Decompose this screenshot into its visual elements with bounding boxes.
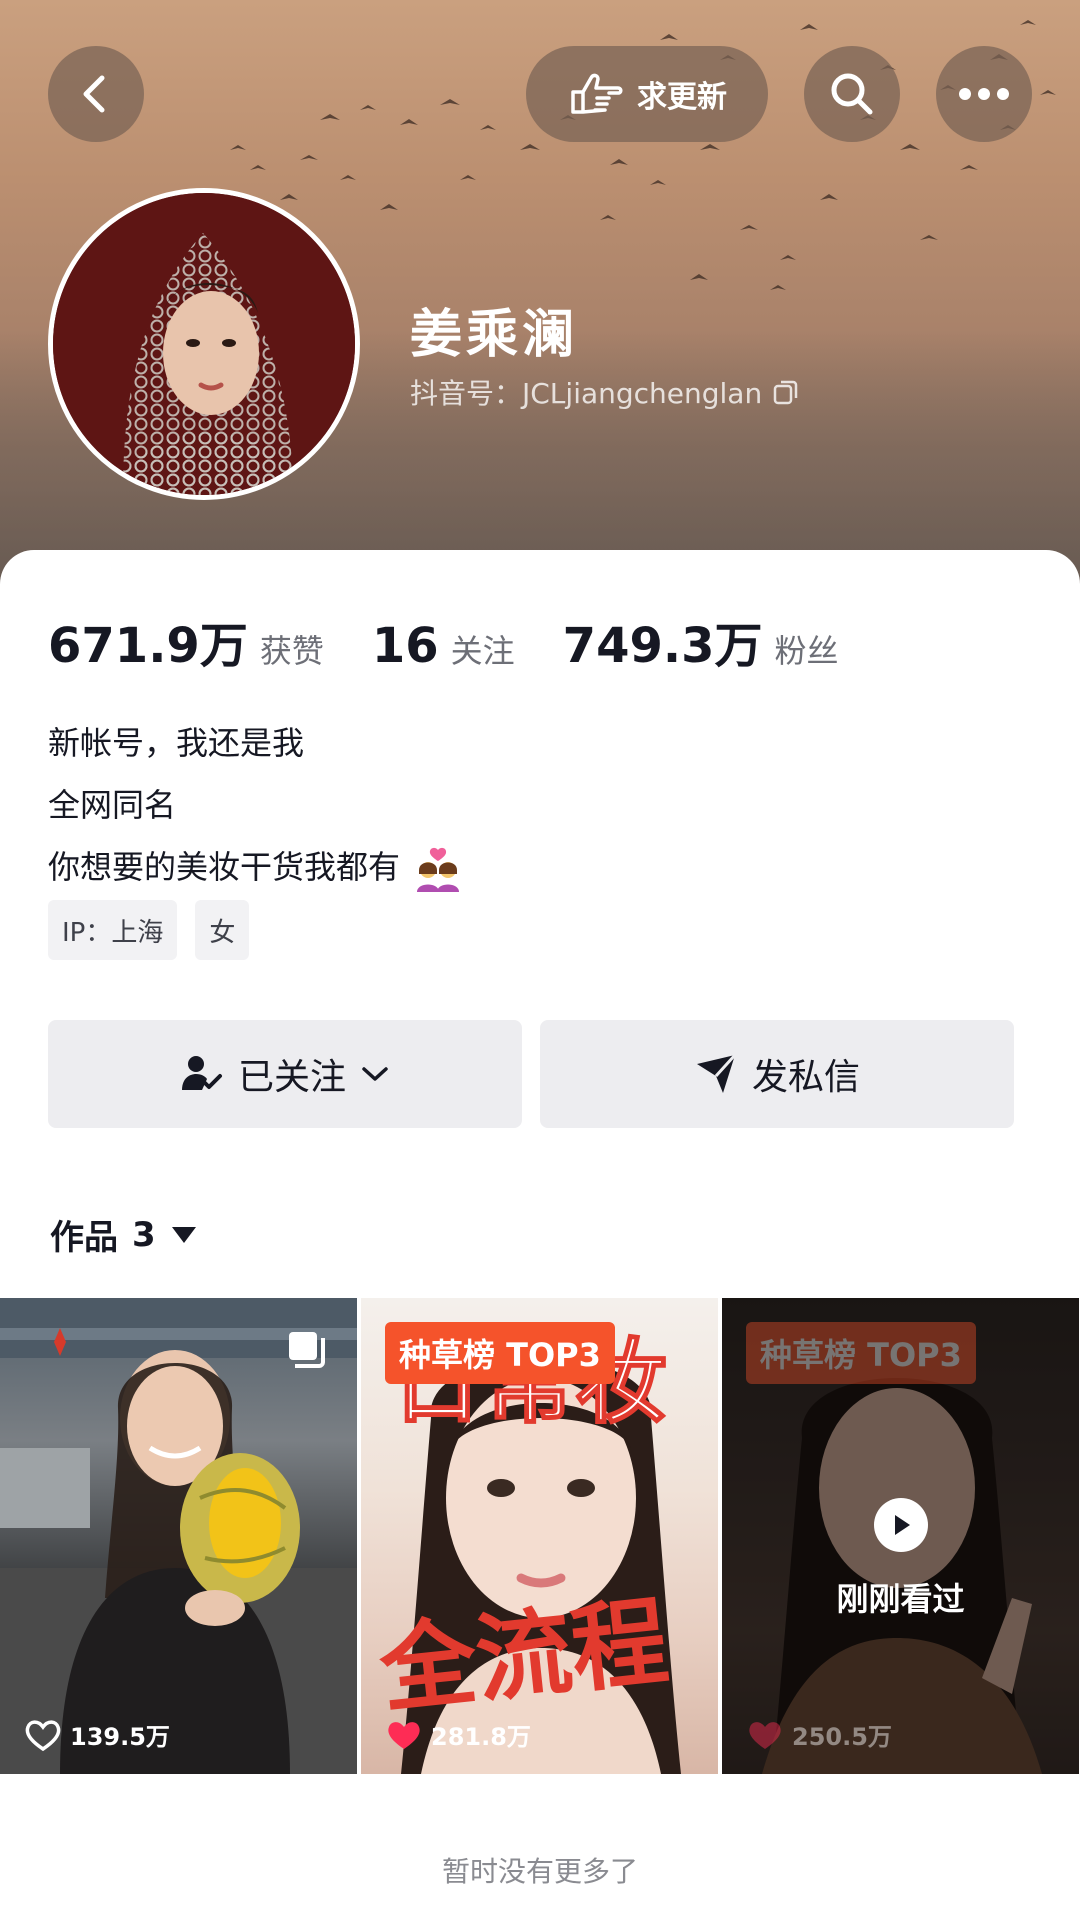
video-grid: 139.5万 日常妆 全流程 种草榜 TOP3 281.8万 bbox=[0, 1298, 1080, 1774]
more-dots-icon bbox=[959, 88, 1009, 100]
request-update-button[interactable]: 求更新 bbox=[526, 46, 768, 142]
profile-tags: IP：上海 女 bbox=[48, 900, 250, 960]
video-3-likes: 250.5万 bbox=[746, 1717, 892, 1752]
search-icon bbox=[831, 73, 873, 115]
video-1-likes-count: 139.5万 bbox=[70, 1723, 170, 1751]
user-check-icon bbox=[181, 1056, 222, 1090]
followed-label: 已关注 bbox=[237, 1057, 346, 1098]
video-2-rank-badge: 种草榜 TOP3 bbox=[385, 1322, 615, 1384]
send-message-button[interactable]: 发私信 bbox=[540, 1020, 1014, 1128]
stat-following[interactable]: 16 关注 bbox=[372, 618, 515, 674]
ip-location-tag: IP：上海 bbox=[48, 900, 178, 960]
followed-button[interactable]: 已关注 bbox=[48, 1020, 522, 1128]
bio-line-3: 你想要的美妆干货我都有 bbox=[48, 836, 462, 898]
pointing-hand-icon bbox=[571, 73, 623, 114]
stat-following-label: 关注 bbox=[450, 632, 515, 670]
douyin-id-row[interactable]: 抖音号：JCLjiangchenglan bbox=[410, 372, 800, 412]
gender-tag: 女 bbox=[195, 900, 250, 960]
bio-line-2: 全网同名 bbox=[48, 786, 177, 824]
recently-watched-label: 刚刚看过 bbox=[836, 1580, 965, 1618]
video-tile-2[interactable]: 日常妆 全流程 种草榜 TOP3 281.8万 bbox=[361, 1298, 718, 1774]
chevron-left-icon bbox=[83, 75, 105, 113]
video-tile-1[interactable]: 139.5万 bbox=[0, 1298, 357, 1774]
play-icon bbox=[873, 1498, 928, 1552]
avatar-portrait bbox=[53, 193, 355, 495]
request-update-label: 求更新 bbox=[637, 80, 727, 115]
video-2-likes: 281.8万 bbox=[385, 1717, 531, 1752]
heart-filled-icon bbox=[388, 1721, 420, 1749]
no-more-content-text: 暂时没有更多了 bbox=[441, 1855, 638, 1888]
video-2-likes-count: 281.8万 bbox=[431, 1723, 531, 1751]
works-tab[interactable]: 作品 3 bbox=[50, 1210, 198, 1259]
more-options-button[interactable] bbox=[936, 46, 1032, 142]
paper-plane-icon bbox=[696, 1053, 737, 1093]
caret-down-icon bbox=[171, 1226, 196, 1243]
douyin-id-text: 抖音号：JCLjiangchenglan bbox=[410, 377, 763, 410]
bio: 新帐号，我还是我 全网同名 你想要的美妆干货我都有 bbox=[48, 712, 462, 898]
back-button[interactable] bbox=[48, 46, 144, 142]
avatar[interactable] bbox=[48, 188, 360, 500]
chevron-down-icon bbox=[362, 1067, 388, 1081]
heart-filled-icon bbox=[749, 1721, 781, 1749]
stat-following-value: 16 bbox=[371, 618, 439, 674]
send-message-label: 发私信 bbox=[751, 1057, 860, 1098]
works-label: 作品 bbox=[50, 1218, 118, 1258]
profile-card: 671.9万 获赞 16 关注 749.3万 粉丝 新帐号，我还是我 全网同名 … bbox=[0, 550, 1080, 1920]
recently-watched-indicator: 刚刚看过 bbox=[722, 1498, 1079, 1620]
bio-line-1: 新帐号，我还是我 bbox=[48, 724, 305, 762]
video-3-likes-count: 250.5万 bbox=[792, 1723, 892, 1751]
stats-row: 671.9万 获赞 16 关注 749.3万 粉丝 bbox=[48, 606, 887, 674]
stat-fans[interactable]: 749.3万 粉丝 bbox=[563, 606, 839, 676]
video-1-likes: 139.5万 bbox=[24, 1717, 170, 1752]
copy-icon[interactable] bbox=[772, 378, 800, 406]
stat-likes-value: 671.9万 bbox=[48, 618, 248, 674]
multi-image-icon bbox=[289, 1332, 325, 1368]
stat-fans-label: 粉丝 bbox=[774, 632, 839, 670]
heart-outline-icon bbox=[25, 1719, 61, 1751]
bio-line-3-text: 你想要的美妆干货我都有 bbox=[48, 848, 401, 886]
works-count: 3 bbox=[132, 1214, 156, 1255]
stat-likes-label: 获赞 bbox=[259, 632, 324, 670]
stat-fans-value: 749.3万 bbox=[562, 618, 763, 674]
couple-with-heart-emoji-icon bbox=[417, 847, 460, 892]
search-button[interactable] bbox=[804, 46, 900, 142]
profile-name: 姜乘澜 bbox=[410, 305, 579, 365]
video-tile-3[interactable]: 种草榜 TOP3 刚刚看过 250.5万 bbox=[722, 1298, 1079, 1774]
video-3-rank-badge: 种草榜 TOP3 bbox=[746, 1322, 976, 1384]
stat-likes[interactable]: 671.9万 获赞 bbox=[48, 606, 324, 676]
